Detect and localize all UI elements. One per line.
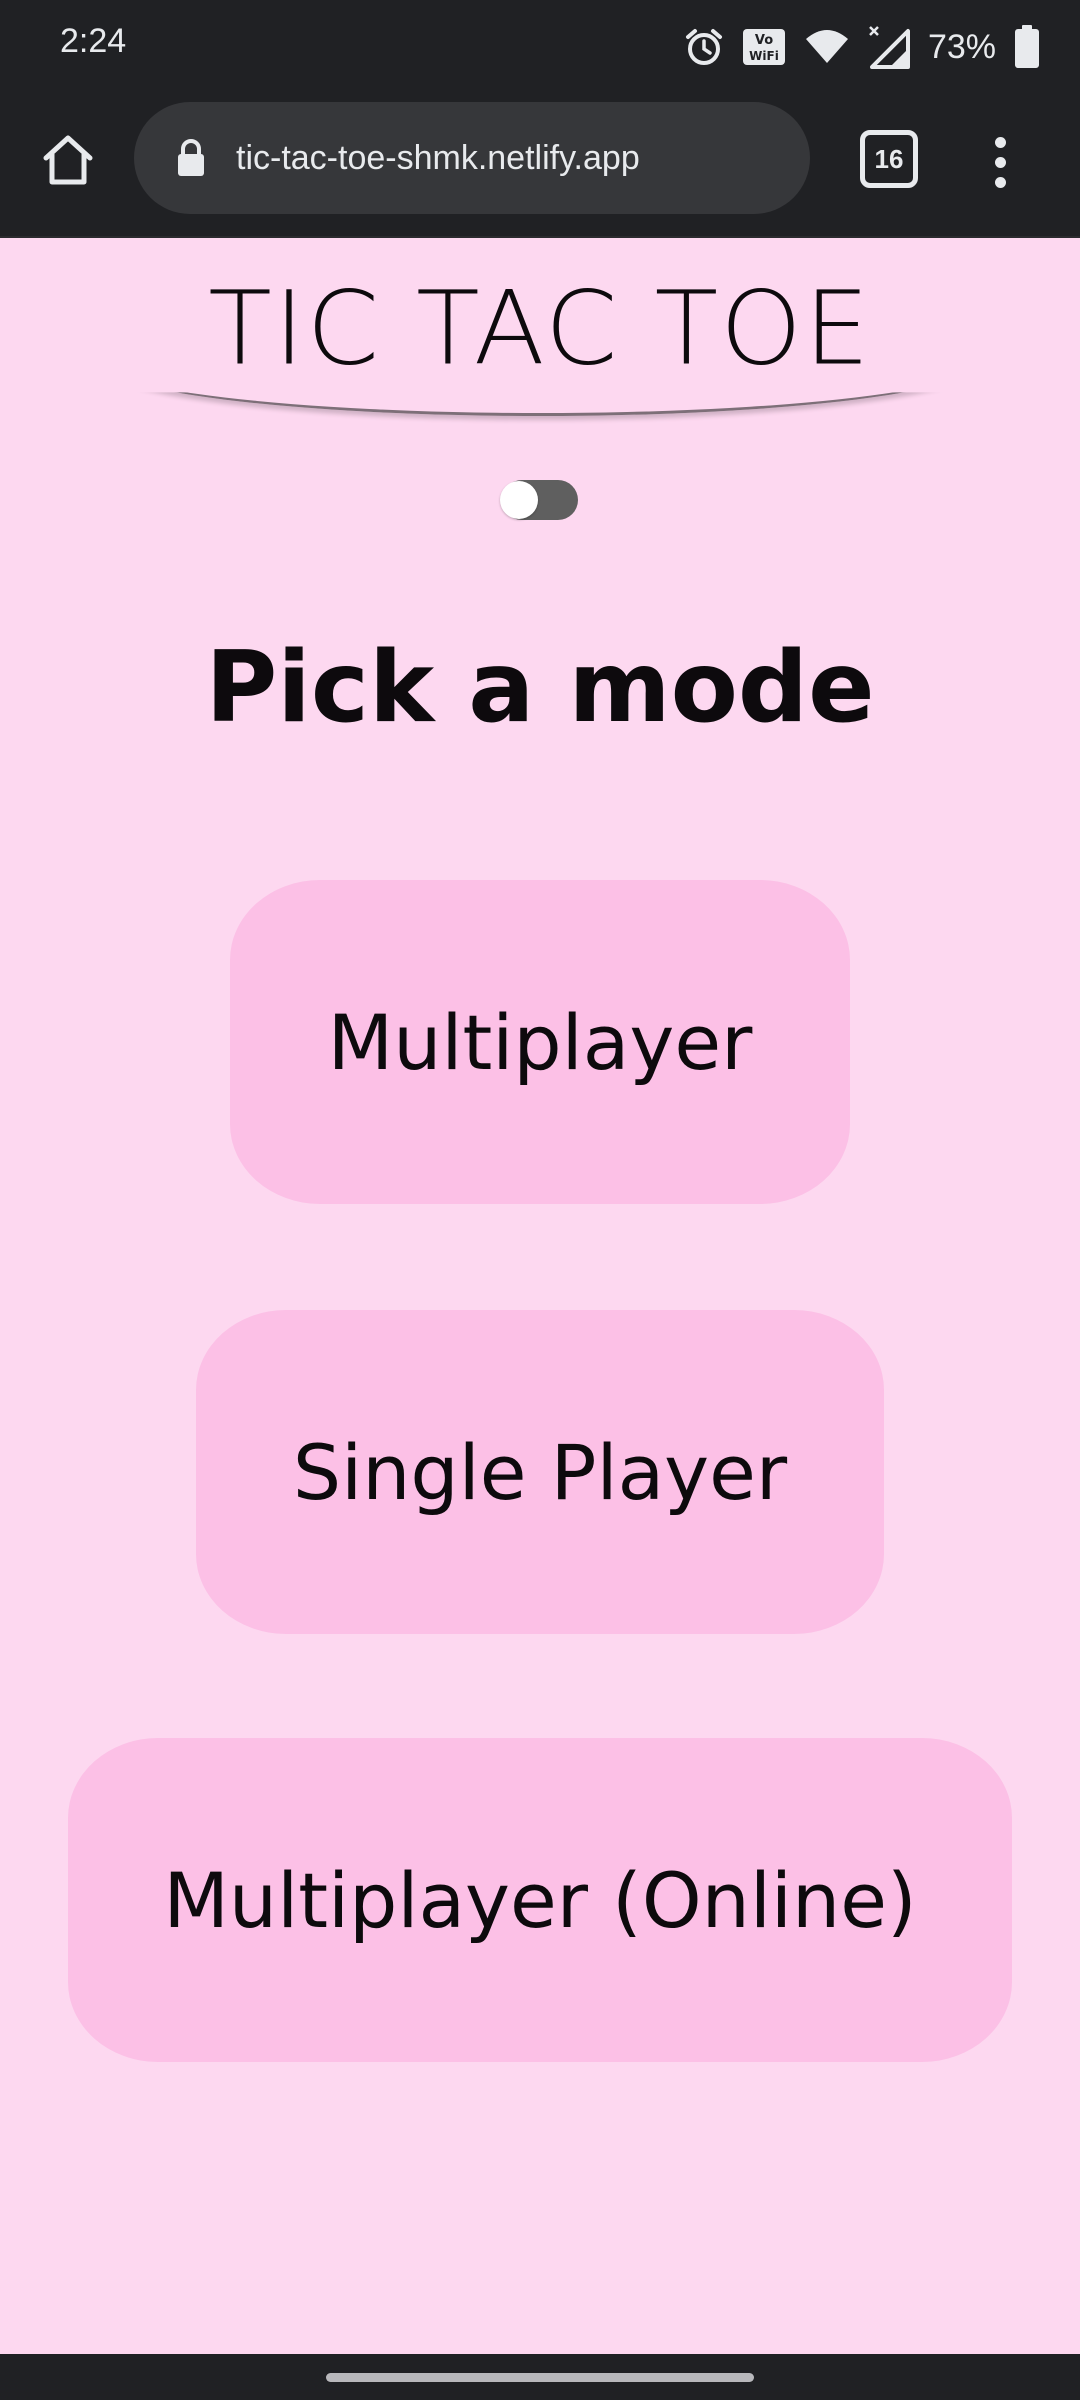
multiplayer-button[interactable]: Multiplayer [230,880,850,1204]
address-bar[interactable]: tic-tac-toe-shmk.netlify.app [134,102,810,214]
url-text: tic-tac-toe-shmk.netlify.app [236,138,640,177]
toggle-knob [500,481,538,519]
theme-toggle[interactable] [500,480,578,520]
alarm-icon [684,27,724,67]
cell-signal-icon [868,25,910,69]
home-button[interactable] [30,124,106,200]
status-bar: 2:24 Vo WiFi 73% [0,0,1080,92]
single-player-button[interactable]: Single Player [196,1310,884,1634]
browser-toolbar: tic-tac-toe-shmk.netlify.app 16 [0,92,1080,238]
single-player-button-label: Single Player [292,1427,788,1517]
menu-dot [994,176,1006,188]
status-time: 2:24 [60,22,127,60]
wifi-icon [804,27,850,67]
overflow-menu-button[interactable] [980,124,1020,200]
status-icons: Vo WiFi 73% [684,20,1040,74]
battery-percent: 73% [927,27,996,66]
navigation-bar [0,2354,1080,2400]
svg-text:Vo: Vo [755,33,773,48]
lock-icon [176,136,212,180]
tabs-button[interactable]: 16 [860,130,918,188]
home-icon [40,134,96,190]
multiplayer-online-button[interactable]: Multiplayer (Online) [68,1738,1012,2062]
tab-count: 16 [874,143,904,174]
svg-text:WiFi: WiFi [749,49,779,63]
title-block: TIC TAC TOE [94,238,986,418]
menu-dot [994,156,1006,168]
battery-icon [1014,25,1040,69]
screen: 2:24 Vo WiFi 73% tic-tac-toe-shmk.netlif… [0,0,1080,2400]
overflow-menu-icon [994,136,1006,148]
mode-heading: Pick a mode [205,631,875,745]
multiplayer-online-button-label: Multiplayer (Online) [163,1855,917,1945]
vowifi-icon: Vo WiFi [742,27,786,67]
multiplayer-button-label: Multiplayer [327,997,753,1087]
gesture-handle[interactable] [326,2373,754,2382]
page-title: TIC TAC TOE [208,268,872,388]
